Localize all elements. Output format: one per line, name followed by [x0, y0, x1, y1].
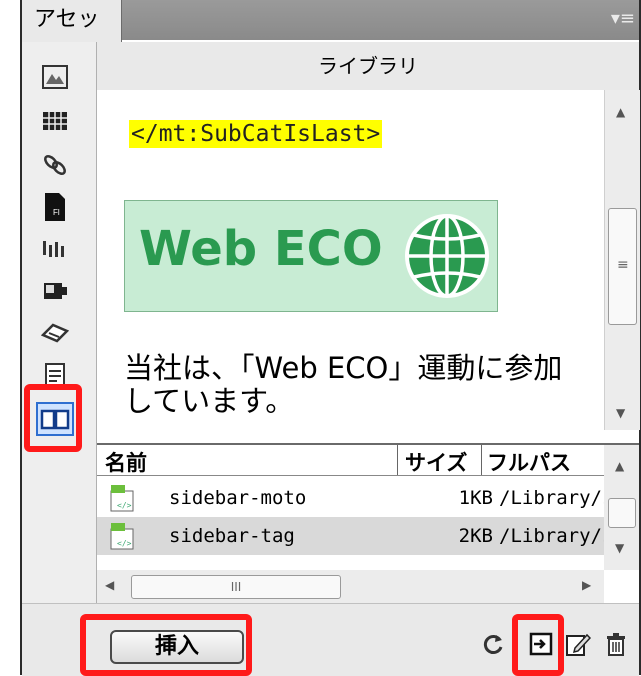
scroll-right-arrow-icon[interactable]: ▶ — [582, 578, 591, 592]
movie-icon[interactable] — [40, 276, 70, 306]
item-path: /Library/s — [499, 487, 614, 509]
item-size: 2KB — [458, 525, 493, 547]
trash-icon[interactable] — [600, 628, 632, 660]
column-divider[interactable] — [397, 445, 398, 475]
preview-body-text: 当社は、「Web ECO」運動に参加しています。 — [124, 351, 563, 418]
horizontal-scroll-thumb[interactable]: III — [131, 575, 341, 599]
column-name-header[interactable]: 名前 — [105, 447, 147, 477]
script-icon[interactable] — [40, 318, 70, 348]
item-size: 1KB — [458, 487, 493, 509]
asset-category-column: Fl — [22, 42, 97, 627]
list-header: 名前 サイズ フルパス — [97, 445, 604, 476]
library-title: ライブラリ — [97, 42, 639, 90]
assets-panel: アセット ▾≡ Fl ライブラリ </ — [0, 0, 641, 676]
flash-icon[interactable]: Fl — [40, 192, 70, 222]
library-item-list: 名前 サイズ フルパス </> sidebar-moto 1KB /Librar… — [97, 443, 639, 605]
scroll-up-arrow-icon[interactable]: ▲ — [616, 105, 625, 119]
scroll-grip: ≡ — [617, 257, 629, 273]
flash-glyph: Fl — [53, 208, 60, 217]
globe-icon — [405, 214, 489, 298]
image-icon[interactable] — [40, 62, 70, 92]
left-margin — [0, 0, 20, 675]
svg-text:</>: </> — [117, 539, 132, 548]
link-icon[interactable] — [40, 150, 70, 180]
color-grid-icon[interactable] — [40, 106, 70, 136]
scroll-up-arrow-icon[interactable]: ▲ — [615, 459, 624, 473]
panel-menu-icon[interactable]: ▾≡ — [611, 8, 635, 29]
item-name: sidebar-moto — [169, 487, 307, 509]
preview-vertical-scrollbar[interactable]: ▲ ≡ ▼ — [604, 90, 640, 430]
svg-text:</>: </> — [117, 501, 132, 510]
scroll-left-arrow-icon[interactable]: ◀ — [105, 578, 114, 592]
new-item-button-highlight — [512, 614, 564, 676]
insert-button-highlight — [80, 614, 252, 676]
code-tag-line: </mt:SubCatIsLast> — [129, 120, 383, 148]
library-item-icon: </> — [110, 485, 134, 512]
scroll-down-arrow-icon[interactable]: ▼ — [616, 406, 625, 420]
list-item[interactable]: </> sidebar-moto 1KB /Library/s — [97, 479, 613, 517]
list-horizontal-scrollbar[interactable]: ◀ III ▶ — [97, 570, 604, 604]
logo-text: Web ECO — [139, 221, 383, 277]
scroll-down-arrow-icon[interactable]: ▼ — [615, 541, 624, 555]
web-eco-logo: Web ECO — [124, 200, 498, 312]
tab-assets[interactable]: アセット — [22, 0, 122, 72]
column-size-header[interactable]: サイズ — [405, 447, 467, 477]
list-vertical-scrollbar[interactable]: ▲ ▼ — [604, 445, 639, 570]
refresh-icon[interactable] — [477, 628, 509, 660]
list-scroll-thumb[interactable] — [608, 498, 636, 528]
item-path: /Library/s — [499, 525, 614, 547]
library-item-icon: </> — [110, 523, 134, 550]
library-category-highlight — [24, 384, 82, 452]
column-divider[interactable] — [481, 445, 482, 475]
edit-icon[interactable] — [562, 628, 594, 660]
library-preview: </mt:SubCatIsLast> Web ECO 当社は、「Web ECO」… — [97, 90, 604, 430]
item-name: sidebar-tag — [169, 525, 295, 547]
preview-scroll-thumb[interactable]: ≡ — [608, 208, 637, 325]
column-path-header[interactable]: フルパス — [487, 447, 571, 477]
list-item[interactable]: </> sidebar-tag 2KB /Library/s — [97, 517, 613, 555]
shockwave-icon[interactable] — [40, 234, 70, 264]
